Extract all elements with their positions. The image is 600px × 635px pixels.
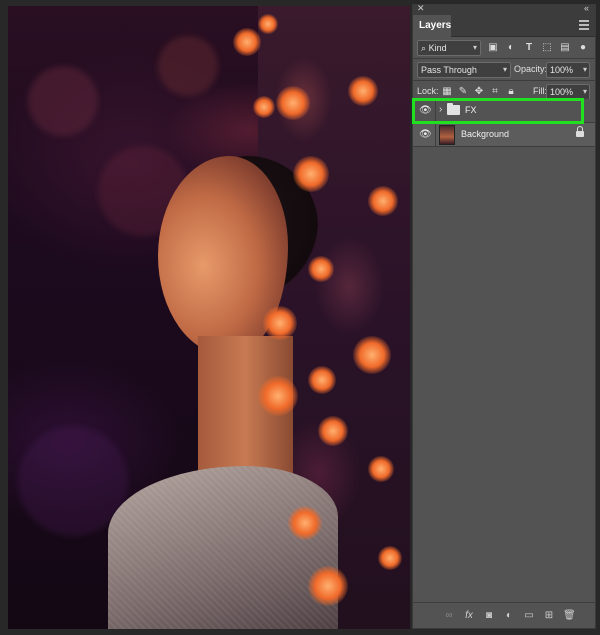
orange-flower xyxy=(288,506,322,540)
fill-value: 100% xyxy=(550,87,574,97)
orange-flower xyxy=(258,376,298,416)
filter-type-icon[interactable]: T xyxy=(523,42,535,54)
bokeh-light xyxy=(158,36,218,96)
orange-flower xyxy=(253,96,275,118)
blend-row: Pass Through ▾ Opacity: 100% ▾ xyxy=(413,59,595,80)
add-mask-icon[interactable]: ◙ xyxy=(483,610,495,622)
adjustment-layer-icon[interactable]: ◐ xyxy=(503,610,515,622)
chevron-down-icon: ▾ xyxy=(582,87,587,96)
panel-footer: ∞ fx ◙ ◐ ▭ ⊞ 🗑︎ xyxy=(413,602,595,628)
orange-flower xyxy=(348,76,378,106)
panel-menu-icon[interactable] xyxy=(579,20,589,30)
filter-pixel-icon[interactable]: ▣ xyxy=(487,42,499,54)
opacity-label: Opacity: xyxy=(514,64,548,74)
new-group-icon[interactable]: ▭ xyxy=(523,610,535,622)
panel-tab-bar: Layers xyxy=(413,15,595,37)
folder-icon xyxy=(447,103,460,115)
tab-layers[interactable]: Layers xyxy=(413,15,451,37)
subject-sweater xyxy=(108,466,338,629)
layer-row-fx[interactable]: 👁︎ › FX xyxy=(413,99,595,123)
orange-flower xyxy=(378,546,402,570)
link-layers-icon[interactable]: ∞ xyxy=(443,610,455,622)
orange-flower xyxy=(368,186,398,216)
filter-adjustment-icon[interactable]: ◐ xyxy=(505,42,517,54)
panel-header-bar: ✕ « xyxy=(413,3,595,15)
orange-flower xyxy=(258,14,278,34)
chevron-down-icon: ▾ xyxy=(472,43,477,52)
lock-all-icon[interactable]: 🔒︎ xyxy=(505,86,517,98)
filter-shape-icon[interactable]: ⬚ xyxy=(541,42,553,54)
orange-flower xyxy=(308,256,334,282)
trash-icon[interactable]: 🗑︎ xyxy=(563,610,576,622)
bokeh-light xyxy=(28,66,98,136)
lock-transparent-icon[interactable]: ▦ xyxy=(441,86,453,98)
orange-flower xyxy=(308,566,348,606)
orange-flower xyxy=(276,86,310,120)
eye-icon[interactable]: 👁︎ xyxy=(419,129,432,141)
layer-thumbnail xyxy=(439,125,455,145)
orange-flower xyxy=(263,306,297,340)
fill-label: Fill: xyxy=(533,86,547,96)
lock-icon[interactable] xyxy=(576,126,585,138)
collapse-icon[interactable]: « xyxy=(584,3,589,13)
opacity-field[interactable]: 100% ▾ xyxy=(546,62,590,78)
photoshop-window: ✕ « Layers ⌕ Kind ▾ ▣ ◐ T ⬚ ▤ ● Pass Thr… xyxy=(0,0,600,635)
layers-panel: ✕ « Layers ⌕ Kind ▾ ▣ ◐ T ⬚ ▤ ● Pass Thr… xyxy=(412,3,596,629)
lock-label: Lock: xyxy=(417,86,439,96)
filter-smart-object-icon[interactable]: ▤ xyxy=(559,42,571,54)
close-icon[interactable]: ✕ xyxy=(417,3,425,14)
fill-field[interactable]: 100% ▾ xyxy=(546,84,590,100)
opacity-value: 100% xyxy=(550,65,574,75)
orange-flower xyxy=(353,336,391,374)
divider xyxy=(435,123,436,147)
eye-icon[interactable]: 👁︎ xyxy=(419,105,432,117)
layer-name[interactable]: Background xyxy=(461,129,509,139)
orange-flower xyxy=(368,456,394,482)
document-canvas[interactable] xyxy=(8,6,410,629)
lock-position-icon[interactable]: ✥ xyxy=(473,86,485,98)
lock-image-icon[interactable]: ✎ xyxy=(457,86,469,98)
filter-toggle-icon[interactable]: ● xyxy=(577,42,589,54)
layer-name[interactable]: FX xyxy=(465,105,477,115)
layer-row-background[interactable]: 👁︎ Background xyxy=(413,123,595,147)
layers-list: 👁︎ › FX 👁︎ Background xyxy=(413,99,595,147)
divider xyxy=(435,99,436,123)
lock-artboard-icon[interactable]: ⌗ xyxy=(489,86,501,98)
search-icon: ⌕ xyxy=(421,43,427,53)
blend-mode-value: Pass Through xyxy=(421,65,477,75)
orange-flower xyxy=(318,416,348,446)
layer-style-icon[interactable]: fx xyxy=(463,610,475,622)
orange-flower xyxy=(308,366,336,394)
new-layer-icon[interactable]: ⊞ xyxy=(543,610,555,622)
chevron-down-icon: ▾ xyxy=(502,65,507,74)
blend-mode-select[interactable]: Pass Through ▾ xyxy=(417,62,511,78)
filter-kind-label: Kind xyxy=(428,43,447,53)
orange-flower xyxy=(233,28,261,56)
chevron-down-icon: ▾ xyxy=(582,65,587,74)
orange-flower xyxy=(293,156,329,192)
chevron-right-icon[interactable]: › xyxy=(439,104,442,115)
filter-kind-select[interactable]: ⌕ Kind ▾ xyxy=(417,40,481,56)
filter-row: ⌕ Kind ▾ ▣ ◐ T ⬚ ▤ ● xyxy=(413,37,595,58)
